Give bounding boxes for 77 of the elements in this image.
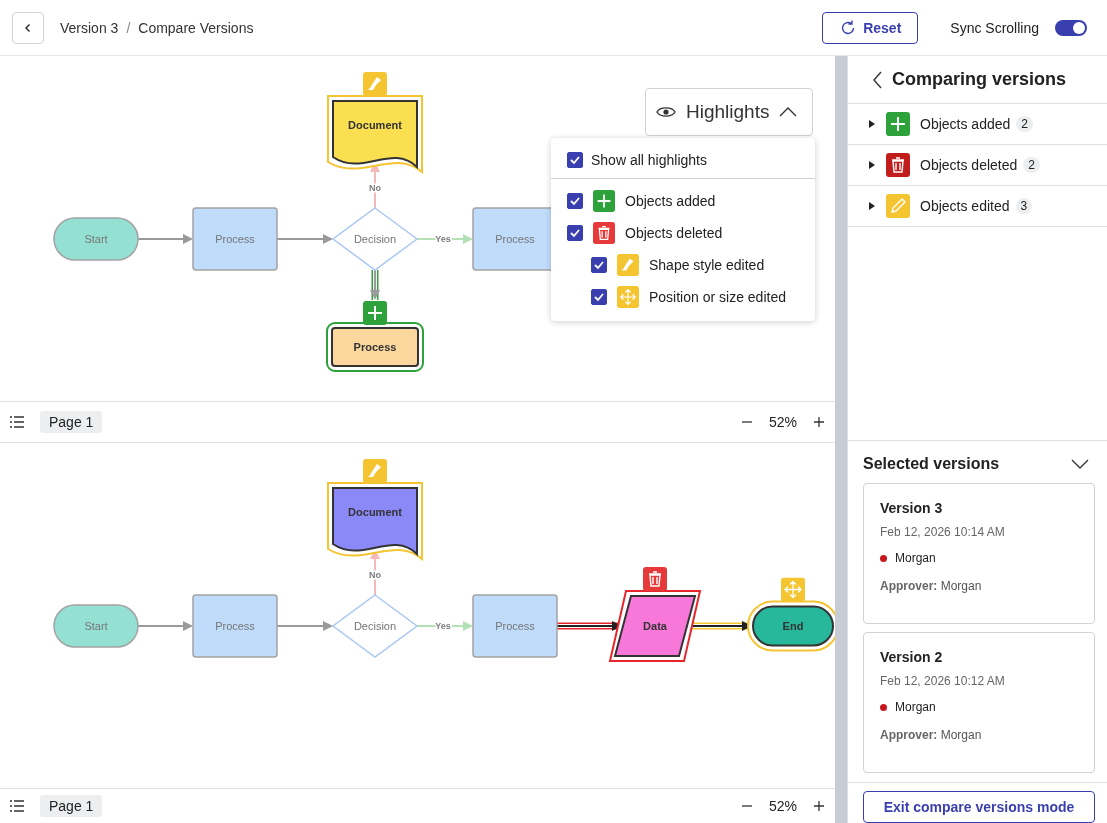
- checkbox[interactable]: [591, 289, 607, 305]
- highlights-button[interactable]: Highlights: [645, 88, 813, 136]
- category-label[interactable]: Objects edited: [920, 198, 1010, 214]
- expand-triangle-icon[interactable]: [868, 202, 876, 210]
- document-shape: Document: [327, 95, 423, 173]
- option-label: Objects deleted: [625, 225, 723, 241]
- list-icon[interactable]: [10, 800, 24, 812]
- zoom-level: 52%: [768, 798, 797, 814]
- terminator-shape: Start: [53, 217, 139, 261]
- sync-scrolling-toggle[interactable]: [1055, 19, 1087, 36]
- pencil-icon: [886, 194, 910, 218]
- version-date: Feb 12, 2026 10:14 AM: [880, 525, 1006, 539]
- count-badge: 3: [1015, 198, 1033, 214]
- author-name: Morgan: [895, 700, 936, 714]
- chevron-icon: [779, 107, 798, 117]
- checkbox[interactable]: [591, 257, 607, 273]
- decision-shape: Decision: [331, 207, 419, 271]
- brush-icon: [617, 254, 639, 276]
- section-title: Selected versions: [863, 455, 1000, 473]
- brush-icon: [363, 459, 387, 483]
- plus-icon: [363, 301, 387, 325]
- option-label: Position or size edited: [649, 289, 786, 305]
- page-tab[interactable]: Page 1: [40, 795, 103, 817]
- plus-icon: [886, 112, 910, 136]
- count-badge: 2: [1016, 116, 1033, 132]
- author-name: Morgan: [895, 551, 936, 565]
- panel-title: Comparing versions: [892, 69, 1067, 90]
- count-badge: 2: [1023, 157, 1040, 173]
- list-icon[interactable]: [10, 416, 24, 428]
- checkbox[interactable]: [567, 225, 583, 241]
- process-shape: Process: [472, 594, 558, 658]
- reset-button[interactable]: Reset: [822, 11, 919, 44]
- zoom-in-icon[interactable]: [813, 416, 825, 428]
- zoom-in-icon[interactable]: [813, 800, 825, 812]
- option-label: Shape style edited: [649, 257, 765, 273]
- terminator-shape: Start: [53, 604, 139, 648]
- chevron-icon[interactable]: [1071, 459, 1089, 469]
- decision-shape: Decision: [331, 594, 419, 658]
- breadcrumb-item[interactable]: Version 3: [60, 19, 119, 36]
- connector-label: No: [369, 570, 381, 580]
- category-label[interactable]: Objects deleted: [920, 157, 1018, 173]
- exit-compare-button[interactable]: Exit compare versions mode: [863, 791, 1095, 823]
- document-shape: Document: [327, 482, 423, 560]
- category-label[interactable]: Objects added: [920, 116, 1011, 132]
- approver-text: Approver: Morgan: [880, 728, 983, 742]
- process-shape: Process: [192, 207, 278, 271]
- connector-label: No: [369, 183, 381, 193]
- plus-icon: [593, 190, 615, 212]
- process-shape: Process: [326, 322, 424, 372]
- breadcrumb-item: Compare Versions: [138, 19, 254, 36]
- checkbox[interactable]: [567, 152, 583, 168]
- option-label: Objects added: [625, 193, 716, 209]
- back-icon: [23, 22, 33, 33]
- version-title: Version 2: [880, 649, 944, 665]
- trash-icon: [886, 153, 910, 177]
- checkbox[interactable]: [567, 193, 583, 209]
- sync-scrolling-label: Sync Scrolling: [950, 19, 1039, 36]
- trash-icon: [643, 567, 667, 591]
- move-arrows-icon: [617, 286, 639, 308]
- version-title: Version 3: [880, 500, 944, 516]
- back-icon[interactable]: [872, 70, 884, 89]
- page-tab[interactable]: Page 1: [40, 411, 103, 433]
- option-label: Show all highlights: [591, 152, 707, 168]
- trash-icon: [593, 222, 615, 244]
- zoom-level: 52%: [768, 414, 797, 430]
- move-arrows-icon: [781, 577, 805, 602]
- approver-text: Approver: Morgan: [880, 579, 983, 593]
- process-shape: Process: [192, 594, 278, 658]
- terminator-shape: End: [747, 600, 835, 652]
- version-date: Feb 12, 2026 10:12 AM: [880, 674, 1006, 688]
- brush-icon: [363, 72, 387, 96]
- back-button[interactable]: [12, 11, 44, 44]
- expand-triangle-icon[interactable]: [868, 120, 876, 128]
- expand-triangle-icon[interactable]: [868, 161, 876, 169]
- data-shape: Data: [608, 590, 702, 662]
- breadcrumb-separator: /: [126, 19, 131, 36]
- eye-icon: [656, 105, 676, 119]
